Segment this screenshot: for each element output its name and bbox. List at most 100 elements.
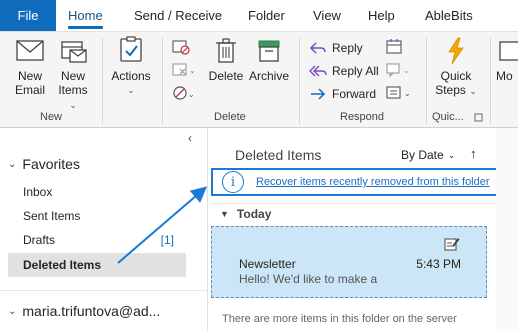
sort-label: By Date [401, 148, 444, 162]
nav-item-drafts[interactable]: Drafts [1] [8, 228, 186, 252]
sort-dropdown[interactable]: By Date ⌄ [401, 148, 455, 162]
unread-count: [1] [160, 233, 174, 247]
svg-text:⌄: ⌄ [188, 90, 195, 99]
reply-all-button[interactable]: Reply All [309, 60, 379, 82]
recover-items-bar: i Recover items recently removed from th… [211, 168, 498, 196]
chevron-down-icon: ⌄ [469, 86, 477, 96]
favorites-label: Favorites [22, 156, 80, 172]
junk-icon[interactable]: ⌄ [170, 84, 196, 104]
new-items-label-1: New [60, 69, 85, 83]
chevron-down-icon: ⌄ [8, 158, 17, 170]
new-items-label-2-text: Items [58, 83, 88, 97]
reply-all-label: Reply All [332, 64, 379, 78]
nav-item-label: Deleted Items [23, 258, 102, 272]
scrollbar[interactable] [496, 128, 518, 331]
chevron-down-icon: ⌄ [8, 305, 17, 317]
actions-button[interactable]: Actions ⌄ [108, 36, 154, 97]
ribbon-tabs: File Home Send / Receive Folder View Hel… [0, 0, 518, 31]
message-preview: Hello! We'd like to make a [239, 272, 378, 286]
divider [162, 38, 163, 124]
nav-item-label: Drafts [23, 233, 56, 247]
draft-edit-icon [444, 238, 460, 251]
new-items-button[interactable]: New Items ⌄ [53, 36, 93, 112]
delete-label: Delete [208, 69, 244, 83]
actions-icon [120, 36, 142, 62]
more-group-button[interactable]: Mo [496, 36, 518, 83]
nav-item-deleted-items[interactable]: Deleted Items [8, 253, 186, 277]
meeting-icon[interactable] [384, 37, 404, 55]
svg-text:⌄: ⌄ [189, 66, 196, 75]
sort-direction-icon[interactable]: ↑ [470, 146, 477, 161]
svg-text:⌄: ⌄ [404, 89, 411, 98]
reply-all-icon [309, 65, 327, 77]
tab-file[interactable]: File [0, 0, 56, 31]
account-label: maria.trifuntova@ad... [22, 303, 161, 319]
account-header[interactable]: ⌄ maria.trifuntova@ad... [8, 303, 160, 319]
new-items-label-2: Items ⌄ [53, 83, 93, 112]
reply-button[interactable]: Reply [309, 37, 363, 59]
new-items-icon [61, 41, 87, 63]
tab-ablebits[interactable]: AbleBits [425, 0, 473, 31]
collapse-pane-icon[interactable]: ‹ [188, 131, 192, 145]
move-icon [499, 41, 518, 61]
ribbon: New Email New Items ⌄ New Actions ⌄ ⌄ ⌄ … [0, 31, 518, 128]
divider [0, 290, 208, 291]
group-label-new: New [40, 111, 63, 123]
tab-send-receive[interactable]: Send / Receive [134, 0, 222, 31]
quick-steps-label-1: Quick [440, 69, 472, 83]
favorites-header[interactable]: ⌄ Favorites [8, 156, 80, 172]
archive-button[interactable]: Archive [247, 36, 291, 83]
im-icon[interactable]: ⌄ [384, 61, 414, 79]
chevron-down-icon: ⌄ [69, 100, 77, 110]
group-label-delete: Delete [214, 111, 246, 123]
actions-label: Actions [111, 69, 151, 83]
tab-folder[interactable]: Folder [248, 0, 285, 31]
new-email-label-1: New [17, 69, 42, 83]
more-items-notice[interactable]: There are more items in this folder on t… [222, 313, 457, 325]
more-group-label: Mo [496, 69, 513, 83]
divider [299, 38, 300, 124]
more-respond-icon[interactable]: ⌄ [384, 84, 414, 102]
divider [102, 38, 103, 124]
quick-steps-label-2-text: Steps [435, 83, 466, 97]
divider [211, 203, 496, 204]
tab-home[interactable]: Home [68, 0, 103, 31]
forward-button[interactable]: Forward [309, 83, 376, 105]
new-email-label-2: Email [14, 83, 45, 97]
svg-text:⌄: ⌄ [403, 66, 410, 75]
chevron-down-icon: ▼ [220, 209, 229, 219]
chevron-down-icon: ⌄ [447, 149, 456, 160]
group-label-quick: Quic... [432, 111, 464, 123]
archive-label: Archive [248, 69, 289, 83]
tab-help[interactable]: Help [368, 0, 395, 31]
recover-items-link[interactable]: Recover items recently removed from this… [256, 176, 490, 188]
tab-view[interactable]: View [313, 0, 341, 31]
reply-label: Reply [332, 41, 363, 55]
quick-steps-button[interactable]: Quick Steps ⌄ [434, 36, 478, 98]
folder-title: Deleted Items [235, 147, 322, 163]
forward-label: Forward [332, 87, 377, 101]
message-item[interactable]: Newsletter 5:43 PM Hello! We'd like to m… [211, 226, 487, 298]
group-header-today[interactable]: ▼ Today [220, 207, 271, 221]
reply-icon [309, 42, 326, 54]
nav-item-label: Inbox [23, 185, 53, 199]
message-time: 5:43 PM [416, 257, 461, 271]
quick-steps-label-2: Steps ⌄ [435, 83, 477, 98]
ignore-icon[interactable] [170, 38, 192, 56]
nav-item-sent-items[interactable]: Sent Items [8, 204, 186, 228]
new-email-button[interactable]: New Email [10, 36, 50, 97]
cleanup-icon[interactable]: ⌄ [170, 61, 196, 79]
nav-item-inbox[interactable]: Inbox [8, 180, 186, 204]
nav-item-label: Sent Items [23, 209, 81, 223]
chevron-down-icon: ⌄ [127, 85, 135, 95]
dialog-launcher-icon[interactable] [474, 113, 484, 123]
info-icon: i [222, 171, 244, 193]
envelope-icon [16, 40, 44, 61]
divider [490, 38, 491, 124]
lightning-icon [448, 37, 464, 65]
trash-icon [216, 38, 236, 63]
delete-button[interactable]: Delete [205, 36, 247, 83]
forward-icon [311, 88, 326, 100]
message-sender: Newsletter [239, 257, 296, 271]
archive-icon [258, 40, 280, 62]
